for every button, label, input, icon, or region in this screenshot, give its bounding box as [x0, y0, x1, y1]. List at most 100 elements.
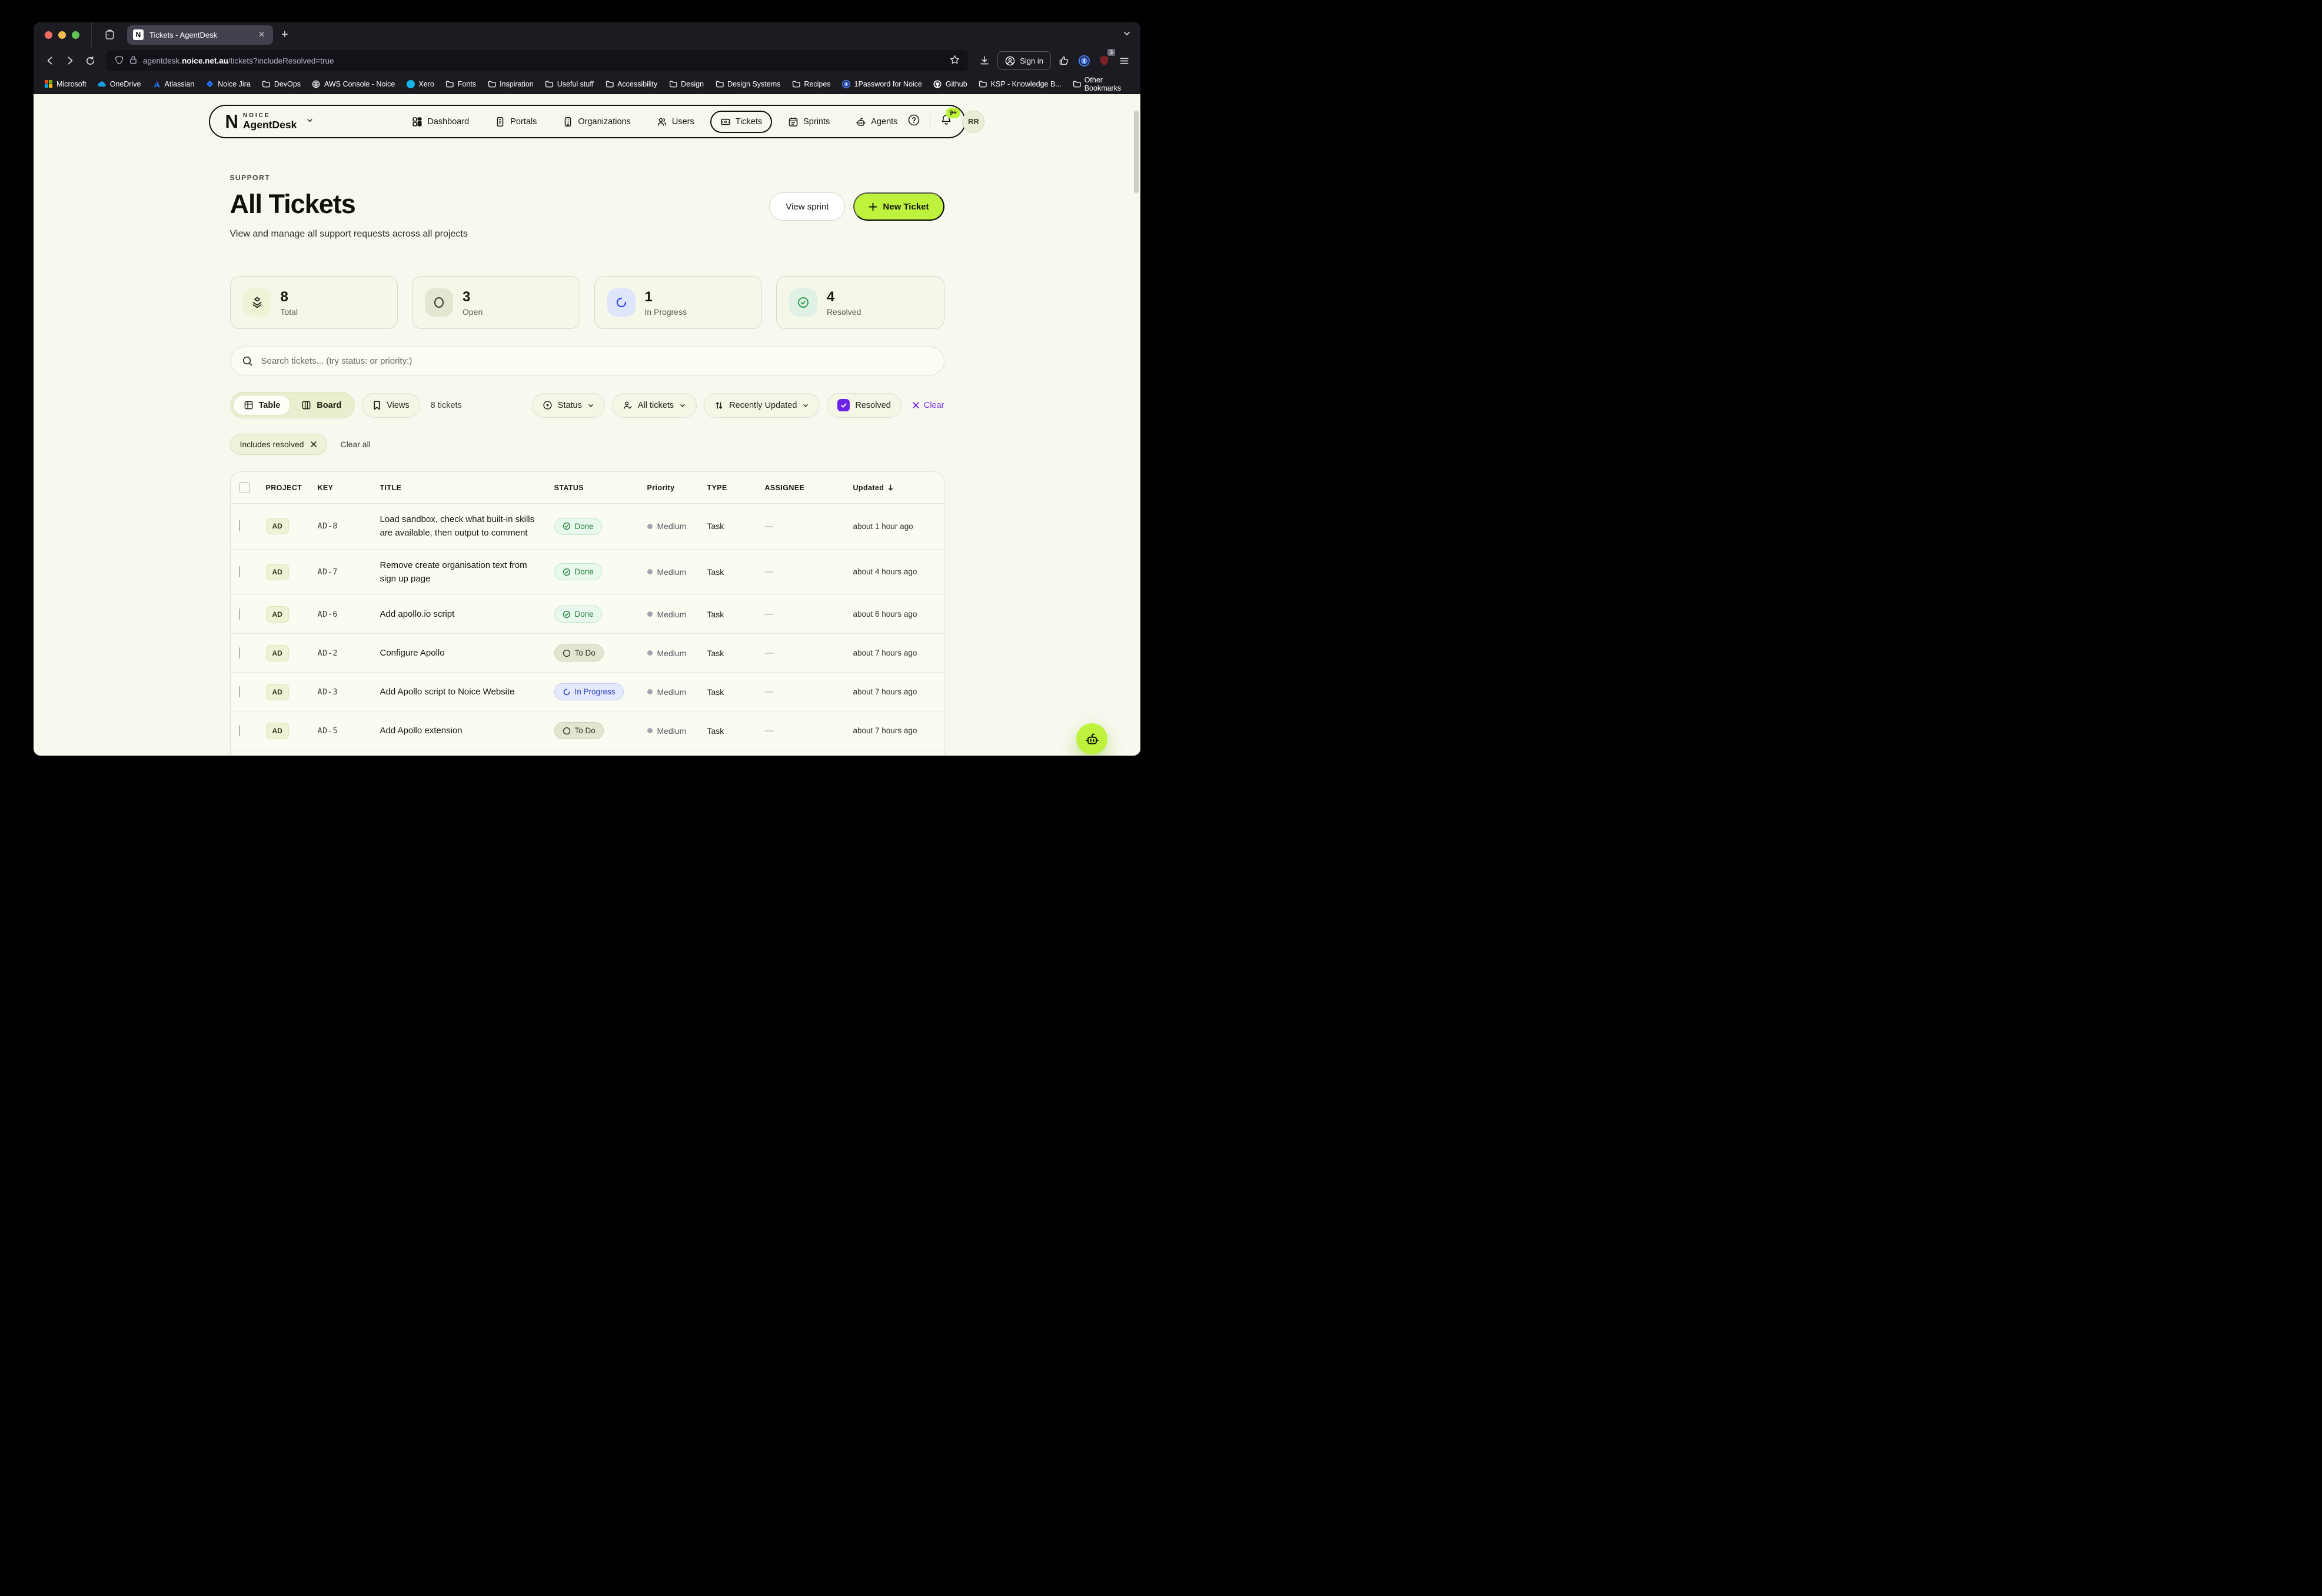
nav-item[interactable]: Organizations	[553, 111, 640, 133]
nav-item[interactable]: Tickets	[710, 111, 772, 133]
bookmark-item[interactable]: Xero	[406, 79, 434, 88]
row-checkbox[interactable]	[239, 520, 240, 531]
close-tab-icon[interactable]: ✕	[256, 30, 267, 39]
col-priority[interactable]: Priority	[647, 484, 707, 492]
assignee-filter[interactable]: All tickets	[612, 393, 697, 418]
row-checkbox[interactable]	[239, 609, 240, 620]
bookmark-item[interactable]: KSP - Knowledge B...	[979, 79, 1062, 88]
table-row[interactable]: AD AD-6 Add apollo.io script Done	[231, 595, 944, 634]
microsoft-icon	[44, 79, 53, 88]
nav-item[interactable]: Portals	[485, 111, 547, 133]
bookmark-star-icon[interactable]	[950, 55, 960, 66]
brand[interactable]: N NOICE AgentDesk	[225, 111, 314, 132]
reload-icon[interactable]	[81, 51, 99, 70]
sign-in-button[interactable]: Sign in	[997, 51, 1051, 70]
view-sprint-button[interactable]: View sprint	[769, 192, 845, 221]
ticket-title[interactable]: Add Apollo script to Noice Website	[380, 685, 554, 699]
sidebar-toggle-icon[interactable]	[100, 25, 119, 44]
bookmark-item[interactable]: Github	[933, 79, 967, 88]
table-row[interactable]: AD AD-7 Remove create organisation text …	[231, 550, 944, 596]
bookmark-item[interactable]: OneDrive	[98, 79, 141, 88]
col-title[interactable]: TITLE	[380, 484, 554, 492]
includes-resolved-chip[interactable]: Includes resolved	[230, 434, 328, 455]
col-assignee[interactable]: ASSIGNEE	[765, 484, 853, 492]
onepassword-icon[interactable]	[1074, 51, 1093, 70]
col-key[interactable]: KEY	[318, 484, 380, 492]
row-checkbox[interactable]	[239, 566, 240, 577]
clear-all-button[interactable]: Clear all	[340, 440, 370, 449]
bookmark-item[interactable]: Useful stuff	[545, 79, 594, 88]
nav-item[interactable]: Agents	[846, 111, 907, 133]
new-ticket-button[interactable]: New Ticket	[853, 192, 944, 221]
bookmark-item[interactable]: DevOps	[262, 79, 301, 88]
table-view-button[interactable]: Table	[233, 395, 291, 415]
notifications-button[interactable]: 9+	[940, 114, 953, 129]
other-bookmarks[interactable]: Other Bookmarks	[1073, 76, 1130, 92]
table-row[interactable]: AD AD-3 Add Apollo script to Noice Websi…	[231, 673, 944, 711]
bookmark-item[interactable]: 1Password for Noice	[842, 79, 922, 88]
status-filter[interactable]: Status	[532, 393, 605, 418]
bookmark-item[interactable]: Fonts	[445, 79, 476, 88]
bookmark-item[interactable]: Design Systems	[715, 79, 780, 88]
bookmark-item[interactable]: Recipes	[791, 79, 830, 88]
back-icon[interactable]	[41, 51, 59, 70]
bookmark-item[interactable]: Design	[668, 79, 704, 88]
chevron-down-icon[interactable]	[306, 117, 314, 127]
app-nav: N NOICE AgentDesk	[209, 105, 966, 138]
row-checkbox[interactable]	[239, 686, 240, 697]
table-row[interactable]: AD AD-2 Configure Apollo To Do	[231, 634, 944, 673]
url-bar[interactable]: agentdesk.noice.net.au/tickets?includeRe…	[107, 50, 968, 71]
forward-icon[interactable]	[61, 51, 79, 70]
shield-icon[interactable]	[115, 55, 124, 66]
nav-item[interactable]: Dashboard	[402, 111, 479, 133]
bookmark-label: Useful stuff	[557, 80, 594, 88]
ticket-title[interactable]: Load sandbox, check what built-in skills…	[380, 513, 554, 540]
ticket-title[interactable]: Add apollo.io script	[380, 607, 554, 621]
adblock-shield-icon[interactable]: 3	[1095, 51, 1113, 70]
chevron-down-icon	[679, 402, 686, 409]
minimize-window-button[interactable]	[58, 31, 66, 39]
bookmark-item[interactable]: Noice Jira	[205, 79, 251, 88]
agent-chat-fab[interactable]	[1076, 723, 1107, 754]
zoom-window-button[interactable]	[72, 31, 79, 39]
nav-item[interactable]: Users	[647, 111, 704, 133]
ticket-title[interactable]: Configure Apollo	[380, 646, 554, 660]
select-all-checkbox[interactable]	[239, 482, 250, 493]
bookmark-item[interactable]: Inspiration	[487, 79, 534, 88]
col-project[interactable]: PROJECT	[266, 484, 318, 492]
extension-thumb-icon[interactable]	[1054, 51, 1073, 70]
bookmark-item[interactable]: Microsoft	[44, 79, 87, 88]
col-type[interactable]: TYPE	[707, 484, 765, 492]
search-input[interactable]	[260, 355, 933, 367]
clear-filters-button[interactable]: Clear	[912, 401, 944, 410]
col-updated[interactable]: Updated	[853, 484, 936, 492]
search-bar[interactable]	[230, 347, 944, 375]
col-status[interactable]: STATUS	[554, 484, 647, 492]
row-checkbox[interactable]	[239, 647, 240, 659]
bookmark-item[interactable]: Accessibility	[605, 79, 657, 88]
list-tabs-icon[interactable]	[1123, 29, 1131, 41]
row-checkbox[interactable]	[239, 725, 240, 736]
new-tab-button[interactable]: +	[281, 28, 288, 42]
close-window-button[interactable]	[45, 31, 52, 39]
bookmark-item[interactable]: AWS Console - Noice	[312, 79, 395, 88]
resolved-toggle[interactable]: Resolved	[827, 393, 901, 418]
views-button[interactable]: Views	[362, 393, 420, 418]
bookmark-item[interactable]: Atlassian	[152, 79, 195, 88]
avatar[interactable]: RR	[962, 111, 984, 133]
checkbox-checked-icon[interactable]	[837, 399, 850, 411]
menu-hamburger-icon[interactable]	[1115, 51, 1133, 70]
scrollbar-thumb[interactable]	[1134, 111, 1139, 193]
table-row[interactable]: AD AD-8 Load sandbox, check what built-i…	[231, 504, 944, 550]
ticket-title[interactable]: Remove create organisation text from sig…	[380, 558, 554, 586]
table-row[interactable]: AD AD-4 Add first LinkedIn post for AD t…	[231, 750, 944, 756]
sort-button[interactable]: Recently Updated	[704, 393, 820, 418]
board-view-button[interactable]: Board	[291, 395, 352, 415]
downloads-icon[interactable]	[975, 51, 994, 70]
ticket-title[interactable]: Add Apollo extension	[380, 724, 554, 737]
nav-item[interactable]: Sprints	[778, 111, 840, 133]
table-row[interactable]: AD AD-5 Add Apollo extension To Do	[231, 711, 944, 750]
browser-tab[interactable]: N Tickets - AgentDesk ✕	[127, 25, 273, 45]
help-icon[interactable]	[907, 114, 920, 129]
lock-icon[interactable]	[129, 55, 137, 66]
